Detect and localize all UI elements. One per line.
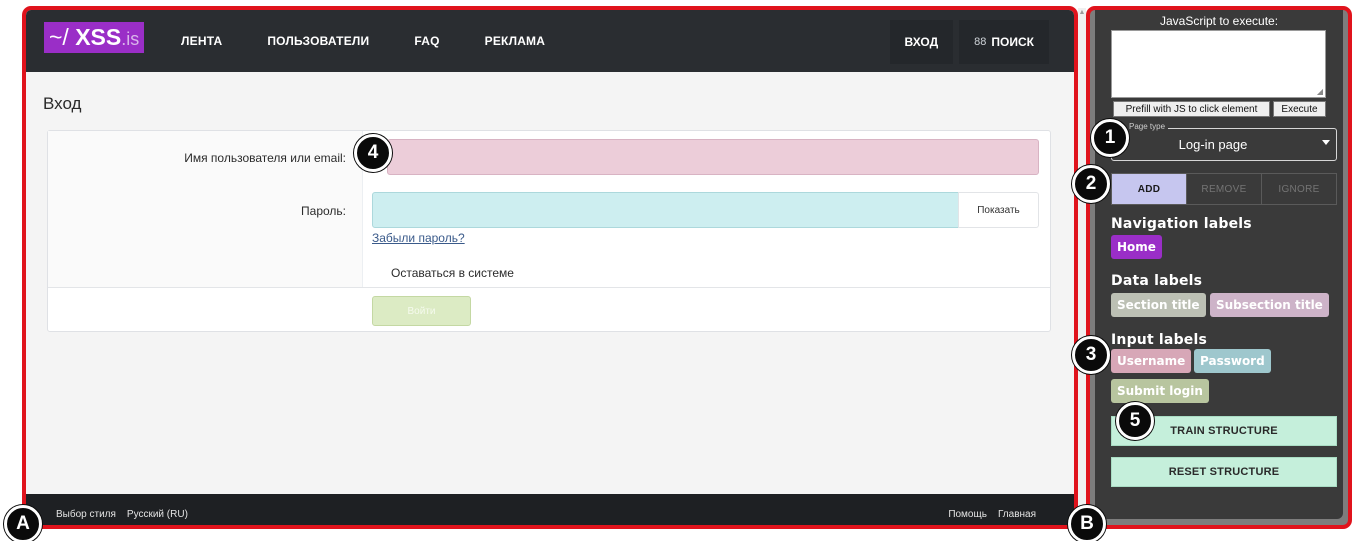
page-type-value: Log-in page [1178, 137, 1248, 152]
search-nav-button[interactable]: 88 ПОИСК [959, 20, 1049, 64]
js-textarea[interactable]: ◢ [1111, 30, 1326, 98]
label-chip-home[interactable]: Home [1111, 235, 1162, 259]
mode-toggle-group: ADD REMOVE IGNORE [1111, 173, 1337, 205]
home-link[interactable]: Главная [998, 509, 1036, 520]
grid-icon: 88 [974, 36, 987, 48]
site-footer: Выбор стиля Русский (RU) Помощь Главная [26, 494, 1074, 525]
annotation-marker-a: A [4, 505, 42, 541]
screenshot-root: ~/ XSS.is ЛЕНТА ПОЛЬЗОВАТЕЛИ FAQ РЕКЛАМА… [0, 0, 1354, 541]
show-password-button[interactable]: Показать [958, 192, 1039, 228]
data-labels-heading: Data labels [1111, 273, 1203, 289]
execute-button[interactable]: Execute [1273, 101, 1326, 117]
nav-link-feed[interactable]: ЛЕНТА [181, 34, 222, 48]
labeller-panel-frame: JavaScript to execute: ◢ Prefill with JS… [1086, 6, 1352, 529]
input-labels-heading: Input labels [1111, 332, 1208, 348]
logo-prefix: ~/ [49, 24, 69, 50]
footer-left: Выбор стиля Русский (RU) [56, 494, 199, 525]
forgot-password-link[interactable]: Забыли пароль? [372, 231, 465, 245]
reset-structure-button[interactable]: RESET STRUCTURE [1111, 457, 1337, 487]
page-scrollbar[interactable] [1078, 8, 1086, 529]
login-nav-button[interactable]: ВХОД [889, 20, 954, 64]
site-navbar: ~/ XSS.is ЛЕНТА ПОЛЬЗОВАТЕЛИ FAQ РЕКЛАМА… [26, 10, 1074, 72]
password-input[interactable] [372, 192, 959, 228]
navigation-labels-heading: Navigation labels [1111, 216, 1252, 232]
label-chip-submit-login[interactable]: Submit login [1111, 379, 1209, 403]
mode-remove-button[interactable]: REMOVE [1187, 174, 1262, 204]
page-type-select[interactable]: Page type Log-in page [1111, 122, 1337, 161]
nav-link-ads[interactable]: РЕКЛАМА [485, 34, 545, 48]
annotation-marker-3: 3 [1072, 336, 1110, 374]
site-logo[interactable]: ~/ XSS.is [44, 22, 145, 53]
annotation-marker-5: 5 [1116, 402, 1154, 440]
password-label: Пароль: [301, 204, 346, 218]
login-nav-label: ВХОД [904, 35, 939, 49]
label-chip-section-title[interactable]: Section title [1111, 293, 1206, 317]
nav-right: ВХОД 88 ПОИСК [884, 20, 1049, 64]
mode-add-button[interactable]: ADD [1112, 174, 1187, 204]
stay-logged-in-checkbox[interactable]: Оставаться в системе [391, 266, 514, 280]
labeller-panel: JavaScript to execute: ◢ Prefill with JS… [1095, 10, 1343, 519]
scroll-up-icon[interactable]: ▲ [1078, 8, 1086, 17]
username-input[interactable] [387, 139, 1039, 175]
logo-tld: .is [121, 29, 140, 49]
mode-ignore-button[interactable]: IGNORE [1262, 174, 1336, 204]
nav-links: ЛЕНТА ПОЛЬЗОВАТЕЛИ FAQ РЕКЛАМА [181, 10, 590, 72]
prefill-js-button[interactable]: Prefill with JS to click element [1113, 101, 1270, 117]
style-chooser-link[interactable]: Выбор стиля [56, 509, 116, 520]
nav-link-faq[interactable]: FAQ [414, 34, 439, 48]
help-link[interactable]: Помощь [948, 509, 987, 520]
logo-name: XSS [75, 24, 122, 50]
resize-handle-icon[interactable]: ◢ [1317, 87, 1323, 96]
annotation-marker-4: 4 [354, 134, 392, 172]
annotation-marker-2: 2 [1072, 165, 1110, 203]
nav-link-users[interactable]: ПОЛЬЗОВАТЕЛИ [267, 34, 369, 48]
label-chip-username[interactable]: Username [1111, 349, 1192, 373]
page-title: Вход [43, 94, 82, 113]
login-form-card: Имя пользователя или email: Пароль: Пока… [47, 130, 1051, 332]
label-chip-subsection-title[interactable]: Subsection title [1210, 293, 1329, 317]
page-type-legend: Page type [1126, 122, 1169, 131]
language-chooser-link[interactable]: Русский (RU) [127, 509, 188, 520]
card-divider [48, 287, 1050, 288]
annotation-marker-1: 1 [1091, 119, 1129, 157]
form-label-column: Имя пользователя или email: Пароль: [48, 131, 363, 287]
js-title: JavaScript to execute: [1159, 14, 1279, 28]
search-nav-label: ПОИСК [991, 35, 1034, 49]
username-label: Имя пользователя или email: [184, 151, 346, 165]
website-frame: ~/ XSS.is ЛЕНТА ПОЛЬЗОВАТЕЛИ FAQ РЕКЛАМА… [22, 6, 1078, 529]
footer-right: Помощь Главная [937, 494, 1036, 525]
annotation-marker-b: B [1068, 505, 1106, 541]
label-chip-password[interactable]: Password [1194, 349, 1271, 373]
caret-down-icon [1322, 140, 1330, 145]
submit-login-button[interactable]: Войти [372, 296, 471, 326]
